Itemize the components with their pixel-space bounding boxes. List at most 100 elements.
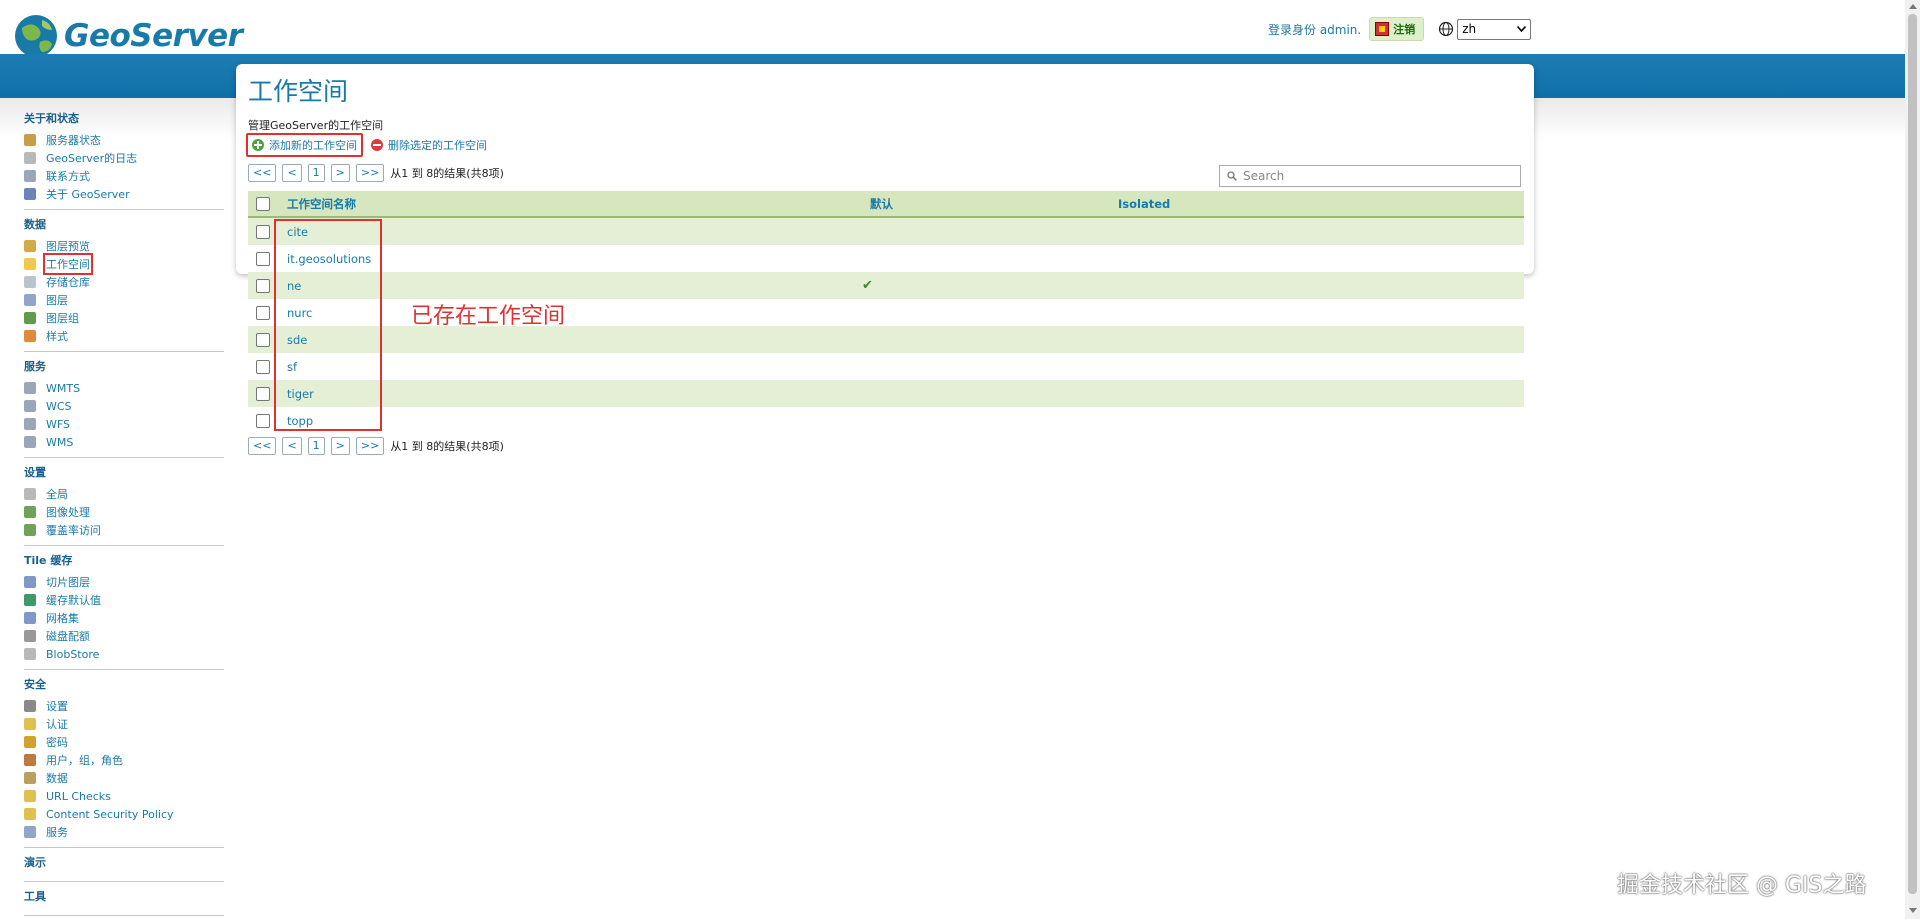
pager-next-button[interactable]: >: [330, 164, 350, 182]
scroll-up-icon[interactable]: [1909, 4, 1917, 9]
sidebar-item[interactable]: 图层: [24, 291, 224, 309]
language-globe-icon: [1439, 21, 1454, 37]
sidebar-section: 设置 全局 图像处理 覆盖率访问: [24, 464, 224, 546]
sidebar-item[interactable]: 切片图层: [24, 573, 224, 591]
sidebar-item-label: URL Checks: [46, 789, 111, 803]
scroll-down-icon[interactable]: [1909, 908, 1917, 913]
row-checkbox[interactable]: [256, 359, 270, 374]
sidebar-item[interactable]: 网格集: [24, 609, 224, 627]
pager-last-button[interactable]: >>: [355, 164, 385, 182]
sidebar-item[interactable]: WMS: [24, 433, 224, 451]
sidebar-item-label: 关于 GeoServer: [46, 188, 130, 201]
sidebar-item[interactable]: WCS: [24, 397, 224, 415]
row-checkbox[interactable]: [256, 413, 270, 428]
logout-label: 注销: [1393, 23, 1416, 36]
pager-first-button[interactable]: <<: [248, 437, 277, 455]
sidebar-item[interactable]: WFS: [24, 415, 224, 433]
sidebar-item[interactable]: 用户，组，角色: [24, 751, 224, 769]
global-settings-icon: [24, 488, 36, 500]
sidebar-item[interactable]: 图层组: [24, 309, 224, 327]
logo-text: GeoServer: [64, 18, 243, 54]
sidebar-item[interactable]: 关于 GeoServer: [24, 185, 224, 203]
contact-icon: [24, 170, 36, 182]
sidebar-item[interactable]: 设置: [24, 697, 224, 715]
table-row: sf: [248, 353, 1524, 380]
sidebar-item-label: 图层组: [46, 312, 79, 325]
pager-next-button[interactable]: >: [330, 437, 350, 455]
row-checkbox[interactable]: [256, 332, 270, 347]
sidebar-item[interactable]: URL Checks: [24, 787, 224, 805]
pager-last-button[interactable]: >>: [355, 437, 385, 455]
csp-icon: [24, 808, 36, 820]
row-checkbox[interactable]: [256, 278, 270, 293]
sidebar-item-label: WMTS: [46, 381, 81, 395]
sidebar-section: 数据 图层预览 工作空间 存储仓库 图层 图层组 样式: [24, 216, 224, 352]
sidebar-item[interactable]: 磁盘配额: [24, 627, 224, 645]
data-security-icon: [24, 772, 36, 784]
sidebar-section: 关于和状态 服务器状态 GeoServer的日志 联系方式 关于 GeoServer: [24, 110, 224, 210]
sidebar-item[interactable]: 全局: [24, 485, 224, 503]
sidebar-item[interactable]: 密码: [24, 733, 224, 751]
sidebar-item[interactable]: 服务器状态: [24, 131, 224, 149]
blobstore-icon: [24, 648, 36, 660]
logout-button[interactable]: 注销: [1369, 17, 1425, 41]
table-row: cite: [248, 218, 1524, 245]
sidebar-item[interactable]: 图层预览: [24, 237, 224, 255]
pager-first-button[interactable]: <<: [248, 164, 277, 182]
sidebar-item[interactable]: BlobStore: [24, 645, 224, 663]
row-checkbox[interactable]: [256, 251, 270, 266]
row-checkbox[interactable]: [256, 224, 270, 239]
sidebar-item-label: WFS: [46, 417, 70, 431]
disk-quota-icon: [24, 630, 36, 642]
add-workspace-link[interactable]: 添加新的工作空间: [246, 133, 363, 157]
scrollbar-thumb[interactable]: [1908, 14, 1917, 894]
sidebar-item[interactable]: 图像处理: [24, 503, 224, 521]
sidebar-item-label: 全局: [46, 488, 68, 501]
sidebar-item[interactable]: 覆盖率访问: [24, 521, 224, 539]
geoserver-logo[interactable]: GeoServer: [12, 12, 243, 60]
row-checkbox[interactable]: [256, 305, 270, 320]
column-header-default[interactable]: 默认: [870, 196, 1118, 212]
sidebar-item[interactable]: 联系方式: [24, 167, 224, 185]
sidebar-item-label: 切片图层: [46, 576, 90, 589]
sidebar-section: 安全 设置 认证 密码 用户，组，角色 数据 URL Checks Content Secur…: [24, 676, 224, 848]
table-row: it.geosolutions: [248, 245, 1524, 272]
pager-prev-button[interactable]: <: [282, 437, 302, 455]
style-icon: [24, 330, 36, 342]
sidebar-item-label: BlobStore: [46, 647, 100, 661]
sidebar-item[interactable]: 缓存默认值: [24, 591, 224, 609]
sidebar-item[interactable]: WMTS: [24, 379, 224, 397]
add-workspace-label: 添加新的工作空间: [269, 139, 357, 152]
page-title: 工作空间: [248, 77, 349, 106]
column-header-isolated[interactable]: Isolated: [1118, 197, 1170, 211]
pager-page-button[interactable]: 1: [307, 437, 325, 455]
row-checkbox[interactable]: [256, 386, 270, 401]
pager-summary: 从1 到 8的结果(共8项): [390, 167, 504, 180]
sidebar-item[interactable]: GeoServer的日志: [24, 149, 224, 167]
sidebar-item[interactable]: 认证: [24, 715, 224, 733]
sidebar-item[interactable]: 数据: [24, 769, 224, 787]
lock-icon: [24, 736, 36, 748]
server-status-icon: [24, 134, 36, 146]
select-all-checkbox[interactable]: [256, 196, 270, 211]
remove-workspace-link[interactable]: 删除选定的工作空间: [371, 135, 487, 155]
sidebar-item-label: 图层: [46, 294, 68, 307]
pager-page-button[interactable]: 1: [307, 164, 325, 182]
sidebar-item-label: 缓存默认值: [46, 594, 101, 607]
layer-preview-icon: [24, 240, 36, 252]
sidebar-item-label: 用户，组，角色: [46, 754, 123, 767]
sidebar-item[interactable]: Content Security Policy: [24, 805, 224, 823]
pager-prev-button[interactable]: <: [282, 164, 302, 182]
sidebar-item-label: 设置: [46, 700, 68, 713]
sidebar-item[interactable]: 工作空间: [24, 253, 224, 275]
vertical-scrollbar[interactable]: [1905, 0, 1920, 919]
about-icon: [24, 188, 36, 200]
column-header-name[interactable]: 工作空间名称: [287, 196, 870, 212]
search-input[interactable]: Search: [1219, 165, 1521, 187]
image-processing-icon: [24, 506, 36, 518]
language-select[interactable]: zh: [1457, 18, 1532, 40]
sidebar-item[interactable]: 存储仓库: [24, 273, 224, 291]
sidebar-item[interactable]: 服务: [24, 823, 224, 841]
sidebar-item[interactable]: 样式: [24, 327, 224, 345]
default-check-icon: ✔: [862, 277, 873, 293]
